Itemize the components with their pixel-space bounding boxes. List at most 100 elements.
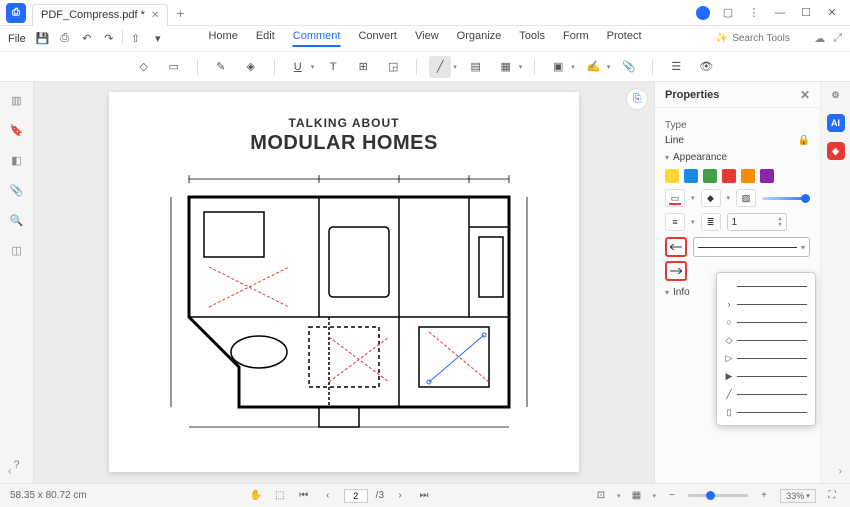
line-start-style-button[interactable] [665, 237, 687, 257]
close-window-icon[interactable]: ✕ [824, 5, 840, 21]
stamp-tool-icon[interactable]: ▣ [547, 56, 569, 78]
thickness-input[interactable]: 1▴▾ [727, 213, 787, 231]
menu-tools[interactable]: Tools [519, 30, 545, 47]
menu-protect[interactable]: Protect [607, 30, 642, 47]
undo-icon[interactable]: ↶ [78, 30, 96, 48]
line-end-option-open-arrow[interactable]: › [721, 295, 811, 313]
document-tab[interactable]: PDF_Compress.pdf * ✕ [32, 4, 168, 26]
search-icon[interactable]: 🔍 [9, 212, 25, 228]
line-end-option-none[interactable] [721, 277, 811, 295]
shape-tool-icon[interactable]: ▦ [495, 56, 517, 78]
dropdown-icon[interactable]: ▾ [149, 30, 167, 48]
menu-organize[interactable]: Organize [457, 30, 502, 47]
line-style-button[interactable]: ≡ [665, 213, 685, 231]
opacity-slider[interactable] [762, 197, 810, 200]
hand-tool-icon[interactable]: ✋ [248, 488, 264, 504]
menu-home[interactable]: Home [208, 30, 237, 47]
bookmarks-icon[interactable]: 🔖 [9, 122, 25, 138]
line-end-option-slash[interactable]: ╱ [721, 385, 811, 403]
line-end-option-circle[interactable]: ○ [721, 313, 811, 331]
close-panel-icon[interactable]: ✕ [800, 88, 810, 102]
hide-comments-icon[interactable]: 👁 [695, 56, 717, 78]
minimize-icon[interactable]: — [772, 5, 788, 21]
swatch-orange[interactable] [741, 169, 755, 183]
panel-ai-icon[interactable]: AI [827, 114, 845, 132]
swatch-blue[interactable] [684, 169, 698, 183]
opacity-button[interactable]: ▨ [736, 189, 756, 207]
menu-view[interactable]: View [415, 30, 439, 47]
search-tools-input[interactable] [732, 33, 802, 44]
window-restore-icon[interactable]: ▢ [720, 5, 736, 21]
type-value: Line [665, 135, 684, 146]
attachments-icon[interactable]: 📎 [9, 182, 25, 198]
next-page-icon[interactable]: › [392, 488, 408, 504]
signature-tool-icon[interactable]: ✍ [583, 56, 605, 78]
scroll-right-icon[interactable]: › [839, 466, 842, 477]
line-end-option-closed-arrow[interactable]: ▶ [721, 367, 811, 385]
panel-app-icon[interactable]: ◆ [827, 142, 845, 160]
menu-comment[interactable]: Comment [293, 30, 341, 47]
expand-icon[interactable]: ⤢ [833, 32, 842, 45]
menu-convert[interactable]: Convert [358, 30, 397, 47]
callout-tool-icon[interactable]: ◲ [382, 56, 404, 78]
eraser-tool-icon[interactable]: ◈ [240, 56, 262, 78]
panel-settings-icon[interactable]: ⚙ [827, 86, 845, 104]
appearance-section[interactable]: Appearance [665, 152, 810, 163]
close-tab-icon[interactable]: ✕ [151, 10, 159, 21]
line-tool-icon[interactable]: ╱ [429, 56, 451, 78]
thickness-button[interactable]: ≣ [701, 213, 721, 231]
swatch-green[interactable] [703, 169, 717, 183]
line-end-option-butt[interactable]: ▯ [721, 403, 811, 421]
prev-page-icon[interactable]: ‹ [320, 488, 336, 504]
document-canvas[interactable]: ⎘ TALKING ABOUT MODULAR HOMES [34, 82, 654, 483]
file-menu[interactable]: File [8, 33, 26, 45]
menu-form[interactable]: Form [563, 30, 589, 47]
swatch-purple[interactable] [760, 169, 774, 183]
fit-width-icon[interactable]: ⊡ [593, 488, 609, 504]
area-highlight-tool-icon[interactable]: ▭ [163, 56, 185, 78]
comments-panel-icon[interactable]: ☰ [665, 56, 687, 78]
thumbnails-icon[interactable]: ▥ [9, 92, 25, 108]
line-end-option-diamond[interactable]: ◇ [721, 331, 811, 349]
pencil-tool-icon[interactable]: ✎ [210, 56, 232, 78]
upload-icon[interactable]: ⇧ [127, 30, 145, 48]
line-start-style-select[interactable]: ▾ [693, 237, 810, 257]
underline-tool-icon[interactable]: U [287, 56, 309, 78]
line-end-option-triangle[interactable]: ▷ [721, 349, 811, 367]
select-tool-icon[interactable]: ⬚ [272, 488, 288, 504]
add-tab-button[interactable]: + [176, 5, 184, 21]
scroll-left-icon[interactable]: ‹ [8, 466, 11, 477]
redo-icon[interactable]: ↷ [100, 30, 118, 48]
swatch-red[interactable] [722, 169, 736, 183]
zoom-value[interactable]: 33%▾ [780, 489, 816, 503]
textbox-tool-icon[interactable]: ⊞ [352, 56, 374, 78]
cloud-icon[interactable]: ☁ [814, 32, 825, 45]
layers-icon[interactable]: ◧ [9, 152, 25, 168]
line-end-style-button[interactable] [665, 261, 687, 281]
first-page-icon[interactable]: ⏮ [296, 488, 312, 504]
print-icon[interactable]: ⎙ [56, 30, 74, 48]
fullscreen-icon[interactable]: ⛶ [824, 488, 840, 504]
fill-color-button[interactable]: ◆ [701, 189, 721, 207]
last-page-icon[interactable]: ⏭ [416, 488, 432, 504]
lock-icon[interactable]: 🔒 [798, 135, 810, 146]
stroke-color-button[interactable]: ▭ [665, 189, 685, 207]
maximize-icon[interactable]: ☐ [798, 5, 814, 21]
zoom-in-icon[interactable]: + [756, 488, 772, 504]
floating-action-icon[interactable]: ⎘ [626, 88, 648, 110]
highlight-tool-icon[interactable]: ◇ [133, 56, 155, 78]
swatch-yellow[interactable] [665, 169, 679, 183]
text-tool-icon[interactable]: T [322, 56, 344, 78]
more-icon[interactable]: ⋮ [746, 5, 762, 21]
page-number-input[interactable] [344, 489, 368, 503]
save-icon[interactable]: 💾 [34, 30, 52, 48]
zoom-slider[interactable] [688, 494, 748, 497]
attach-tool-icon[interactable]: 📎 [618, 56, 640, 78]
menu-edit[interactable]: Edit [256, 30, 275, 47]
page-layout-icon[interactable]: ▦ [628, 488, 644, 504]
zoom-out-icon[interactable]: − [664, 488, 680, 504]
note-tool-icon[interactable]: ▤ [465, 56, 487, 78]
fields-icon[interactable]: ◫ [9, 242, 25, 258]
user-badge-icon[interactable] [696, 6, 710, 20]
wand-icon[interactable]: ✨ [716, 33, 728, 44]
